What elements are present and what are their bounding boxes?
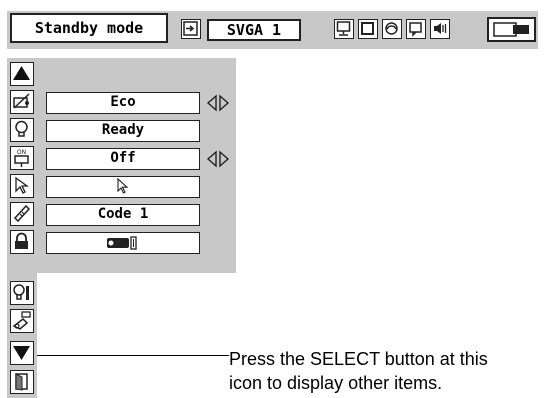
scroll-up-icon[interactable]	[10, 62, 34, 86]
image-adjust-icon[interactable]	[334, 19, 354, 39]
menu-mode-label: Standby mode	[10, 13, 168, 43]
input-icon[interactable]	[181, 19, 201, 39]
pointer-icon[interactable]	[10, 174, 34, 198]
callout-note: Press the SELECT button at this icon to …	[229, 347, 488, 395]
callout-line	[37, 355, 229, 356]
security-lock-icon[interactable]	[10, 230, 34, 254]
remote-control-value[interactable]: Code 1	[46, 204, 200, 226]
on-start-icon[interactable]: ON	[10, 146, 34, 170]
lamp-status-value: Ready	[46, 120, 200, 142]
lamp-reset-icon[interactable]	[10, 281, 34, 305]
power-management-value[interactable]: Eco	[46, 92, 200, 114]
sound-icon[interactable]	[430, 19, 450, 39]
filter-counter-icon[interactable]	[10, 309, 34, 333]
scroll-down-icon[interactable]	[10, 341, 34, 365]
setting-icon[interactable]	[487, 17, 536, 42]
power-management-icon[interactable]	[10, 90, 34, 114]
color-icon[interactable]	[382, 19, 402, 39]
left-right-arrows-icon[interactable]	[204, 94, 232, 112]
exit-icon[interactable]	[10, 370, 34, 394]
pointer-value[interactable]	[46, 176, 200, 198]
left-right-arrows-icon[interactable]	[204, 150, 232, 168]
screen-icon[interactable]	[358, 19, 378, 39]
on-start-value[interactable]: Off	[46, 148, 200, 170]
security-lock-value[interactable]	[46, 232, 200, 254]
input-signal-label: SVGA 1	[207, 19, 301, 41]
remote-control-icon[interactable]	[10, 202, 34, 226]
callout-note-line-1: Press the SELECT button at this	[229, 349, 488, 369]
lamp-icon[interactable]	[10, 118, 34, 142]
callout-note-line-2: icon to display other items.	[229, 373, 443, 393]
picture-icon[interactable]	[406, 19, 426, 39]
svg-text:ON: ON	[17, 149, 26, 156]
